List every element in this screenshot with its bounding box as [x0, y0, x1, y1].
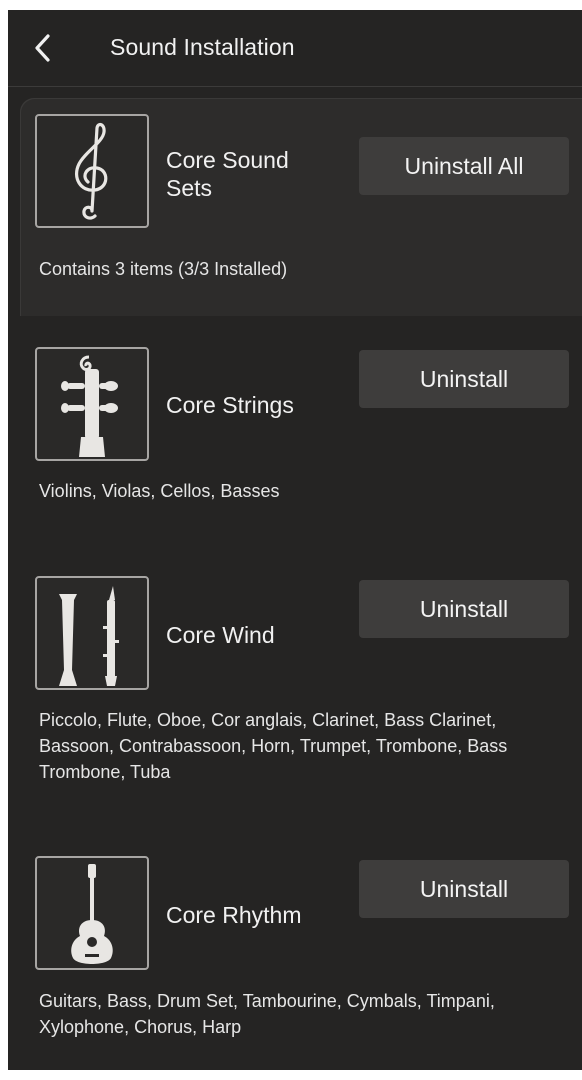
sound-set-name: Core Sound Sets — [166, 147, 289, 201]
sound-set-thumbnail — [35, 576, 149, 690]
treble-clef-icon — [74, 122, 108, 220]
sound-installation-screen: Sound Installation Core Sound Sets Unins… — [8, 10, 582, 1070]
page-title: Sound Installation — [110, 34, 295, 60]
uninstall-button[interactable]: Uninstall — [359, 580, 569, 638]
guitar-icon — [71, 864, 113, 964]
sound-set-thumbnail — [35, 347, 149, 461]
uninstall-button[interactable]: Uninstall — [359, 350, 569, 408]
sound-set-thumbnail — [35, 856, 149, 970]
uninstall-button[interactable]: Uninstall — [359, 860, 569, 918]
sound-set-name: Core Rhythm — [166, 902, 302, 928]
uninstall-all-button[interactable]: Uninstall All — [359, 137, 569, 195]
chevron-left-icon — [35, 34, 50, 62]
sound-set-name: Core Strings — [166, 392, 294, 418]
violin-scroll-icon — [61, 355, 118, 457]
sound-set-name: Core Wind — [166, 622, 275, 648]
sound-set-description: Violins, Violas, Cellos, Basses — [39, 481, 280, 501]
header-bar: Sound Installation — [8, 10, 582, 87]
sound-set-description: Piccolo, Flute, Oboe, Cor anglais, Clari… — [39, 710, 508, 782]
sound-set-thumbnail — [35, 114, 149, 228]
sound-set-description: Contains 3 items (3/3 Installed) — [39, 259, 288, 279]
woodwind-icon — [59, 586, 119, 686]
back-button[interactable] — [24, 30, 60, 66]
sound-set-description: Guitars, Bass, Drum Set, Tambourine, Cym… — [39, 991, 495, 1037]
